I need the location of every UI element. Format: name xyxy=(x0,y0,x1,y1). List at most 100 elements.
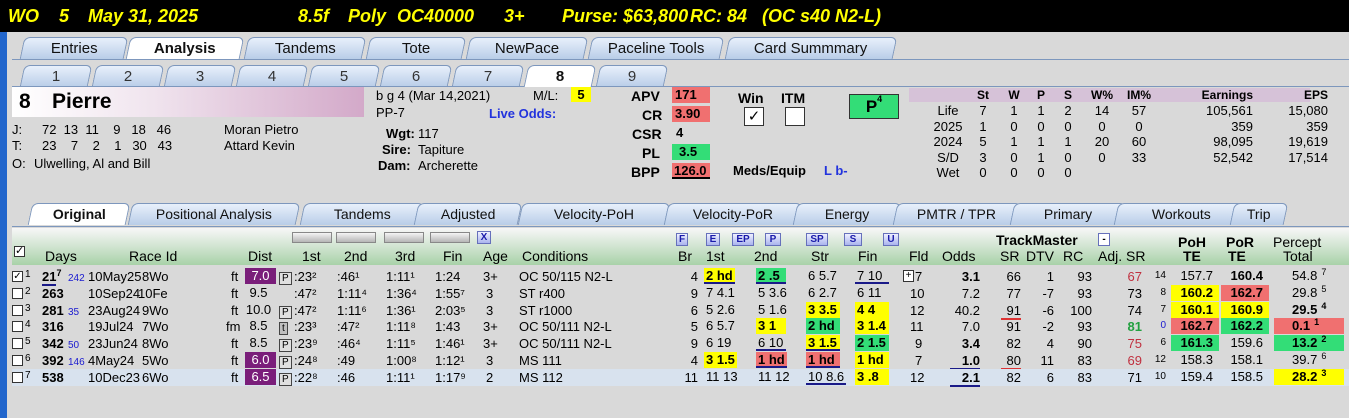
row-number: 2 xyxy=(25,285,31,297)
row-raceid: 23Jun24 xyxy=(88,336,138,352)
row-sr: 82 xyxy=(1006,369,1021,385)
main-tab-card-summmary[interactable]: Card Summmary xyxy=(724,37,898,59)
col-pace-2nd: 2nd xyxy=(754,248,778,264)
x-button[interactable]: X xyxy=(477,231,491,244)
pace-flag-u[interactable]: U xyxy=(883,233,899,246)
row-checkbox[interactable] xyxy=(12,304,23,316)
analysis-tab-velocity-por[interactable]: Velocity-PoR xyxy=(663,203,803,225)
meds-label: Meds/Equip xyxy=(733,163,806,178)
trainer-name[interactable]: Attard Kevin xyxy=(224,138,295,153)
row-checkbox[interactable] xyxy=(12,355,23,366)
horse-tab-9[interactable]: 9 xyxy=(595,65,669,87)
horse-tab-5[interactable]: 5 xyxy=(307,65,381,87)
row-flag: P xyxy=(279,303,292,319)
row-days: 538 xyxy=(42,370,64,385)
main-tab-label: NewPace xyxy=(494,40,559,57)
horse-tab-6[interactable]: 6 xyxy=(379,65,453,87)
row-checkbox[interactable] xyxy=(12,338,23,350)
row-raceid: 10Sep24 xyxy=(88,285,141,301)
row-call2: :46¹ xyxy=(337,269,360,284)
main-tab-entries[interactable]: Entries xyxy=(19,37,129,59)
horse-tab-2[interactable]: 2 xyxy=(91,65,165,87)
analysis-tab-tandems[interactable]: Tandems xyxy=(299,203,425,225)
row-checkbox[interactable] xyxy=(12,321,23,333)
row-checkbox[interactable] xyxy=(12,371,23,383)
analysis-tab-velocity-poh[interactable]: Velocity-PoH xyxy=(517,203,671,225)
row-checkbox[interactable]: ✓ xyxy=(12,271,23,282)
row-dtv: 1 xyxy=(1046,269,1054,284)
main-tab-paceline-tools[interactable]: Paceline Tools xyxy=(587,37,725,59)
row-track: 9Wo xyxy=(142,302,169,318)
sort-2nd-button[interactable] xyxy=(336,232,376,243)
horse-tab-1[interactable]: 1 xyxy=(19,65,93,87)
col-2nd: 2nd xyxy=(344,248,368,264)
trackmaster-minus-button[interactable]: - xyxy=(1098,233,1110,246)
row-flag-box: P xyxy=(279,356,292,369)
horse-tab-3[interactable]: 3 xyxy=(163,65,237,87)
row-expand-button[interactable]: + xyxy=(903,270,914,282)
analysis-tab-label: Workouts xyxy=(1151,206,1211,222)
main-tab-newpace[interactable]: NewPace xyxy=(465,37,589,59)
pace-flag-e[interactable]: E xyxy=(706,233,720,246)
pp-row[interactable]: ✓ 1 217 242 10May25 8Wo ft 7.0 P:23²:46¹ 1:11¹ 1:2… xyxy=(12,268,1349,286)
analysis-tab-workouts[interactable]: Workouts xyxy=(1113,203,1249,225)
row-por-te: 158.1 xyxy=(1230,352,1263,367)
pp-row[interactable]: 2 263 10Sep24 10Fe ft 9.5:47² 1:11⁴ 1:36⁴ 1:55⁷ 3… xyxy=(12,284,1349,302)
row-call3: 1:11¹ xyxy=(386,269,415,284)
row-percept-value: 28.2 xyxy=(1292,368,1318,384)
sort-fin-button[interactable] xyxy=(430,232,470,243)
row-pace-pc1: 5 2.6 xyxy=(706,301,735,317)
row-br: 9 xyxy=(690,336,698,352)
itm-checkbox[interactable] xyxy=(785,107,805,126)
analysis-tab-original[interactable]: Original xyxy=(27,203,131,225)
p-rating-button[interactable]: P4 xyxy=(849,94,899,119)
analysis-tab-energy[interactable]: Energy xyxy=(792,203,902,225)
itm-label: ITM xyxy=(781,90,806,106)
row-poh-te: 161.3 xyxy=(1171,335,1219,352)
row-call3: 1:11¹ xyxy=(386,369,415,385)
jockey-name[interactable]: Moran Pietro xyxy=(224,122,298,137)
live-odds-label: Live Odds: xyxy=(489,106,557,121)
pace-flag-p[interactable]: P xyxy=(765,233,781,246)
win-checkbox[interactable]: ✓ xyxy=(744,107,764,126)
pp-row[interactable]: 6 392 146 4May24 5Wo ft 6.0 P:24⁸:49 1:00⁸ 1:12¹ 3… xyxy=(12,352,1349,370)
sort-1st-button[interactable] xyxy=(292,232,332,243)
pp-row[interactable]: 3 281 35 23Aug24 9Wo ft 10.0 P:47² 1:11⁶ 1:36¹ 2:0… xyxy=(12,301,1349,320)
row-pace-pfin: 4 4 xyxy=(855,301,889,318)
row-raceid: 10May25 xyxy=(88,269,142,284)
analysis-tab-adjusted[interactable]: Adjusted xyxy=(413,203,523,225)
analysis-tab-pmtr-tpr[interactable]: PMTR / TPR xyxy=(892,203,1022,225)
pp-row[interactable]: 4 316 19Jul24 7Wo fm 8.5 t:23³:47² 1:11⁸ 1:43 3+ O… xyxy=(12,318,1349,336)
sort-3rd-button[interactable] xyxy=(384,232,424,243)
cr-value: 3.90 xyxy=(672,106,710,122)
horse-tab-7[interactable]: 7 xyxy=(451,65,525,87)
row-days: 392 xyxy=(42,353,64,368)
row-number: 6 xyxy=(25,353,31,364)
pp-row[interactable]: 7 538 10Dec23 6Wo ft 6.5 P:22⁸:46 1:11¹ 1:17⁹ 2 MS… xyxy=(12,368,1349,387)
col-days: Days xyxy=(45,248,77,264)
analysis-tab-primary[interactable]: Primary xyxy=(1009,203,1127,225)
horse-tab-4[interactable]: 4 xyxy=(235,65,309,87)
pp-row[interactable]: 5 342 50 23Jun24 8Wo ft 8.5 P:23⁹:46⁴ 1:11⁵ 1:46¹… xyxy=(12,335,1349,353)
row-br: 6 xyxy=(690,302,698,318)
row-conditions: MS 112 xyxy=(519,369,563,385)
pace-flag-ep[interactable]: EP xyxy=(732,233,754,246)
horse-tab-8[interactable]: 8 xyxy=(523,65,597,87)
apv-label: APV xyxy=(631,88,660,104)
analysis-tab-positional-analysis[interactable]: Positional Analysis xyxy=(127,203,301,225)
main-tab-tandems[interactable]: Tandems xyxy=(243,37,367,59)
pace-flag-f[interactable]: F xyxy=(676,233,688,246)
row-checkbox[interactable] xyxy=(12,287,23,299)
row-dtv: -2 xyxy=(1042,319,1054,335)
select-all-checkbox[interactable]: ✓ xyxy=(14,246,25,257)
main-tab-tote[interactable]: Tote xyxy=(365,37,467,59)
pace-flag-s[interactable]: S xyxy=(844,233,862,246)
col-str: Str xyxy=(811,248,829,264)
analysis-tab-label: Velocity-PoH xyxy=(553,206,634,222)
pace-flag-sp[interactable]: SP xyxy=(806,233,828,246)
dam-value: Archerette xyxy=(418,158,478,173)
analysis-tab-trip[interactable]: Trip xyxy=(1229,203,1289,225)
main-tab-analysis[interactable]: Analysis xyxy=(125,37,245,59)
row-por-te: 160.4 xyxy=(1230,268,1263,283)
horse-tab-label: 5 xyxy=(339,68,349,85)
